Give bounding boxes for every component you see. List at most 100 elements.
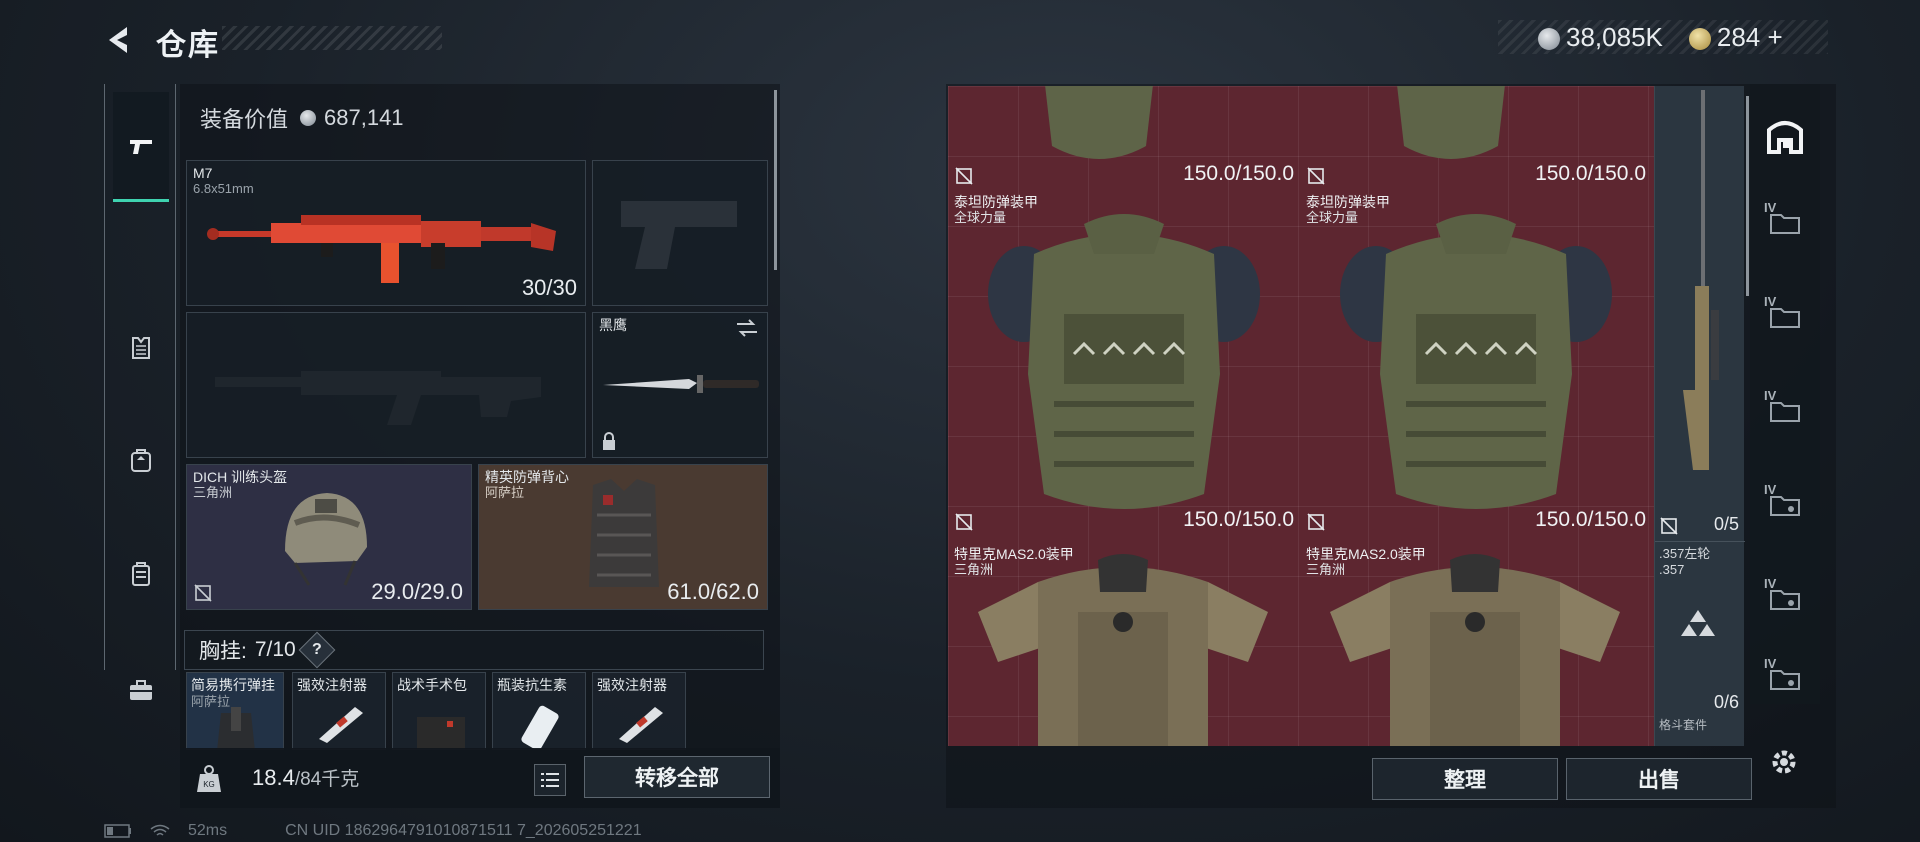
storage-tab[interactable]: IV [1760, 570, 1810, 626]
no-insurance-icon [1307, 167, 1325, 185]
vest-durability: 61.0/62.0 [667, 579, 759, 604]
pistol-slot[interactable] [592, 160, 768, 306]
item-durability: 150.0/150.0 [1535, 162, 1646, 185]
helmet-image [285, 493, 367, 586]
primary-weapon-slot[interactable]: M7 6.8x51mm 30/30 [186, 160, 586, 306]
chest-item-name: 战术手术包 [397, 677, 467, 693]
helmet-name: DICH 训练头盔 [193, 469, 288, 485]
swap-icon[interactable] [735, 319, 759, 337]
chest-item[interactable]: 战术手术包 [392, 672, 486, 750]
helmet-region: 三角洲 [193, 485, 233, 500]
vest-image [589, 479, 659, 587]
nav-item-toolkit[interactable] [113, 662, 169, 718]
storage-tab-home[interactable] [1760, 108, 1810, 164]
weight-display: 18.4/84千克 [252, 764, 359, 791]
chest-item-name: 强效注射器 [597, 677, 667, 693]
gold-currency[interactable]: 284 + [1688, 21, 1783, 53]
storage-item-card[interactable]: 特里克MAS2.0装甲 三角洲 [1300, 542, 1652, 746]
chest-rig-bar: 胸挂: 7/10 ? [184, 630, 764, 670]
sort-button[interactable]: 整理 [1372, 758, 1558, 800]
svg-text:KG: KG [203, 780, 215, 789]
weight-max: /84千克 [294, 769, 360, 790]
tier-label: IV [1764, 576, 1777, 591]
sell-button[interactable]: 出售 [1566, 758, 1752, 800]
triangle-emblem-icon [1681, 610, 1715, 636]
primary-weapon-ammo: 30/30 [521, 275, 577, 300]
loadout-footer: KG 18.4/84千克 转移全部 [180, 748, 780, 808]
secondary-weapon-slot[interactable] [186, 312, 586, 458]
vest-icon [132, 337, 150, 359]
gold-amount: 284 [1716, 21, 1761, 52]
item-durability: 150.0/150.0 [1535, 508, 1646, 531]
no-insurance-icon [194, 584, 212, 602]
uid-text: CN UID 1862964791010871511 7_20260525122… [285, 822, 642, 839]
no-insurance-icon [1660, 517, 1678, 535]
melee-slot[interactable]: 黑鹰 [592, 312, 768, 458]
gear-icon [1772, 750, 1796, 774]
helmet-slot[interactable]: DICH 训练头盔 三角洲 29.0/29.0 [186, 464, 472, 610]
storage-tabs: IV IV IV IV IV IV [1750, 84, 1820, 704]
sniper-ammo: 0/5 [1713, 514, 1739, 534]
titan-armor-image [1340, 214, 1612, 509]
currency-bar: 38,085K 284 + [1498, 20, 1828, 54]
silver-currency[interactable]: 38,085K [1538, 22, 1663, 53]
mas-armor-image [1330, 554, 1620, 746]
chest-item[interactable]: 简易携行弹挂 阿萨拉 [186, 672, 284, 750]
lock-icon [603, 432, 615, 450]
case-icon [132, 562, 150, 586]
chest-rig-label: 胸挂: [199, 640, 247, 663]
chest-item[interactable]: 强效注射器 [292, 672, 386, 750]
loadout-scrollbar[interactable] [774, 90, 777, 270]
nav-item-armor[interactable] [113, 320, 169, 376]
storage-item-card[interactable]: 泰坦防弹装甲 全球力量 150.0/150.0 [948, 190, 1300, 540]
settings-button[interactable] [1762, 740, 1806, 784]
storage-tab[interactable]: IV [1760, 288, 1810, 344]
equip-value: 装备价值 687,141 [200, 102, 404, 134]
warehouse-icon [1767, 121, 1803, 154]
silver-coin-icon [1538, 27, 1560, 50]
storage-side-column: 0/5 .357左轮 .357 0/6 格斗套件 [1654, 86, 1745, 746]
storage-tab[interactable]: IV [1760, 194, 1810, 250]
tier-label: IV [1764, 656, 1777, 671]
vest-name: 精英防弹背心 [485, 469, 569, 485]
storage-tab[interactable]: IV [1760, 650, 1810, 706]
briefcase-icon [130, 680, 152, 700]
vest-region: 阿萨拉 [485, 485, 525, 500]
tier-label: IV [1764, 200, 1777, 215]
storage-item-card[interactable]: 泰坦防弹装甲 全球力量 150.0/150.0 [1300, 190, 1652, 540]
injector-image [619, 707, 663, 743]
no-insurance-icon [955, 167, 973, 185]
tier-label: IV [1764, 482, 1777, 497]
storage-item-card[interactable]: 150.0/150.0 [948, 86, 1300, 186]
back-button[interactable] [100, 20, 140, 60]
vest-slot[interactable]: 精英防弹背心 阿萨拉 61.0/62.0 [478, 464, 768, 610]
chest-item[interactable]: 瓶装抗生素 [492, 672, 586, 750]
injector-image [319, 707, 363, 743]
nav-item-backpack[interactable] [113, 432, 169, 488]
sniper-rifle-slot[interactable]: 0/5 [1655, 86, 1745, 542]
help-button[interactable]: ? [298, 631, 336, 669]
add-currency-button[interactable]: + [1768, 22, 1783, 52]
surgery-kit-image [417, 717, 465, 749]
category-nav [104, 84, 176, 700]
storage-item-card[interactable]: 150.0/150.0 [1300, 86, 1652, 186]
transfer-all-button[interactable]: 转移全部 [584, 756, 770, 798]
rig-image [217, 707, 255, 749]
storage-tab[interactable]: IV [1760, 476, 1810, 532]
storage-scrollbar[interactable] [1746, 96, 1749, 296]
mas-armor-image [978, 554, 1268, 746]
sniper-rifle-image [1683, 90, 1719, 470]
armor-image [1397, 86, 1505, 159]
chest-item[interactable]: 强效注射器 [592, 672, 686, 750]
storage-item-card[interactable]: 特里克MAS2.0装甲 三角洲 [948, 542, 1300, 746]
battery-icon [104, 824, 131, 838]
nav-item-container[interactable] [113, 546, 169, 602]
equip-value-label: 装备价值 [200, 107, 289, 132]
revolver-slot[interactable]: .357左轮 .357 0/6 格斗套件 [1655, 542, 1745, 746]
storage-tab[interactable]: IV [1760, 382, 1810, 438]
list-view-button[interactable] [534, 764, 566, 796]
status-bar: 52ms CN UID 1862964791010871511 7_202605… [104, 822, 642, 840]
nav-item-weapons[interactable] [113, 92, 169, 202]
titan-armor-image [988, 214, 1260, 509]
weight-icon: KG [197, 765, 221, 792]
